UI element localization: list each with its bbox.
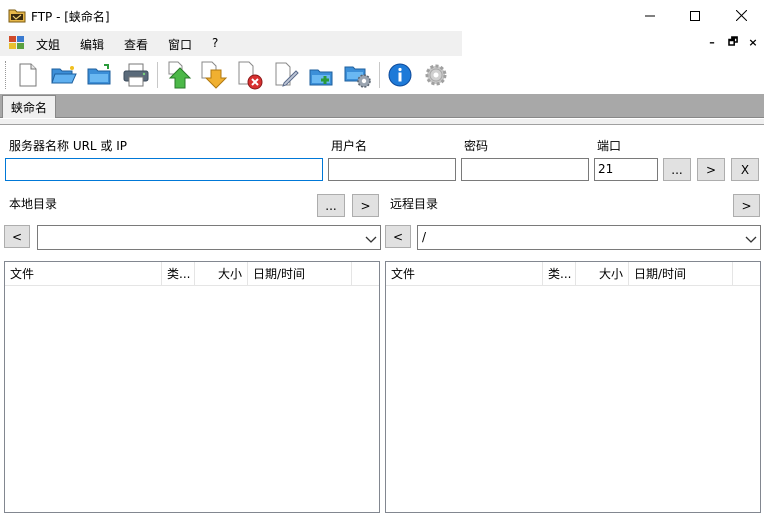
user-input[interactable] bbox=[328, 158, 456, 181]
maximize-button[interactable] bbox=[672, 0, 718, 31]
menu-bar: 文姐 编辑 查看 窗口 ? bbox=[0, 31, 462, 56]
remote-back-button[interactable]: < bbox=[385, 225, 411, 248]
document-tab-strip: 蛱命名 bbox=[0, 94, 764, 118]
browse-server-button[interactable]: ... bbox=[663, 158, 691, 181]
menu-file[interactable]: 文姐 bbox=[36, 36, 60, 53]
toolbar-grip[interactable] bbox=[5, 61, 7, 89]
password-input[interactable] bbox=[461, 158, 589, 181]
save-folder-icon[interactable] bbox=[85, 60, 115, 90]
window-title: FTP - [蛱命名] bbox=[31, 10, 110, 24]
remote-list-header: 文件 类... 大小 日期/时间 bbox=[386, 262, 760, 286]
remote-path-value: / bbox=[422, 230, 427, 244]
port-label: 端口 bbox=[597, 139, 622, 153]
mdi-minimize-button[interactable]: – bbox=[705, 35, 719, 49]
remote-dir-label: 远程目录 bbox=[390, 197, 439, 211]
tab-content-border bbox=[0, 119, 764, 125]
title-bar: FTP - [蛱命名] bbox=[0, 0, 764, 31]
local-col-date[interactable]: 日期/时间 bbox=[248, 262, 352, 286]
local-list-header: 文件 类... 大小 日期/时间 bbox=[5, 262, 379, 286]
user-label: 用户名 bbox=[331, 139, 368, 153]
mdi-system-icon[interactable] bbox=[9, 36, 25, 50]
menu-edit[interactable]: 编辑 bbox=[80, 36, 104, 53]
menu-window[interactable]: 窗口 bbox=[168, 36, 192, 53]
open-folder-icon[interactable] bbox=[49, 60, 79, 90]
remote-col-size[interactable]: 大小 bbox=[576, 262, 629, 286]
remote-file-list[interactable]: 文件 类... 大小 日期/时间 bbox=[385, 261, 761, 513]
local-path-combo[interactable] bbox=[37, 225, 381, 250]
minimize-button[interactable] bbox=[627, 0, 673, 31]
connect-button[interactable]: > bbox=[697, 158, 725, 181]
toolbar-separator bbox=[157, 62, 158, 88]
tab-untitled[interactable]: 蛱命名 bbox=[2, 95, 57, 118]
menu-help[interactable]: ? bbox=[212, 36, 218, 50]
local-back-button[interactable]: < bbox=[4, 225, 30, 248]
new-file-icon[interactable] bbox=[13, 60, 43, 90]
settings-gear-icon[interactable] bbox=[421, 60, 451, 90]
server-label: 服务器名称 URL 或 IP bbox=[9, 139, 128, 153]
local-file-list[interactable]: 文件 类... 大小 日期/时间 bbox=[4, 261, 380, 513]
remote-path-combo[interactable]: / bbox=[417, 225, 761, 250]
remote-col-date[interactable]: 日期/时间 bbox=[629, 262, 733, 286]
upload-icon[interactable] bbox=[163, 60, 193, 90]
local-browse-button[interactable]: ... bbox=[317, 194, 345, 217]
ftp-app-icon bbox=[8, 7, 26, 23]
remote-col-file[interactable]: 文件 bbox=[386, 262, 543, 286]
remote-col-type[interactable]: 类... bbox=[543, 262, 576, 286]
mdi-restore-button[interactable]: 🗗 bbox=[726, 35, 740, 49]
disconnect-button[interactable]: X bbox=[731, 158, 759, 181]
local-dir-label: 本地目录 bbox=[9, 197, 58, 211]
local-col-file[interactable]: 文件 bbox=[5, 262, 162, 286]
close-button[interactable] bbox=[718, 0, 764, 31]
download-icon[interactable] bbox=[198, 60, 228, 90]
password-label: 密码 bbox=[464, 139, 489, 153]
local-col-type[interactable]: 类... bbox=[162, 262, 195, 286]
port-input[interactable]: 21 bbox=[594, 158, 658, 181]
edit-file-icon[interactable] bbox=[271, 60, 301, 90]
chevron-down-icon[interactable] bbox=[365, 233, 377, 243]
toolbar bbox=[0, 57, 764, 93]
local-go-button[interactable]: > bbox=[352, 194, 379, 217]
toolbar-separator bbox=[379, 62, 380, 88]
info-icon[interactable] bbox=[385, 60, 415, 90]
new-folder-icon[interactable] bbox=[307, 60, 337, 90]
folder-settings-icon[interactable] bbox=[343, 60, 373, 90]
local-col-size[interactable]: 大小 bbox=[195, 262, 248, 286]
delete-file-icon[interactable] bbox=[235, 60, 265, 90]
print-icon[interactable] bbox=[121, 60, 151, 90]
menu-view[interactable]: 查看 bbox=[124, 36, 148, 53]
mdi-close-button[interactable]: × bbox=[746, 35, 760, 49]
remote-go-button[interactable]: > bbox=[733, 194, 760, 217]
chevron-down-icon[interactable] bbox=[745, 233, 757, 243]
server-input[interactable] bbox=[5, 158, 323, 181]
